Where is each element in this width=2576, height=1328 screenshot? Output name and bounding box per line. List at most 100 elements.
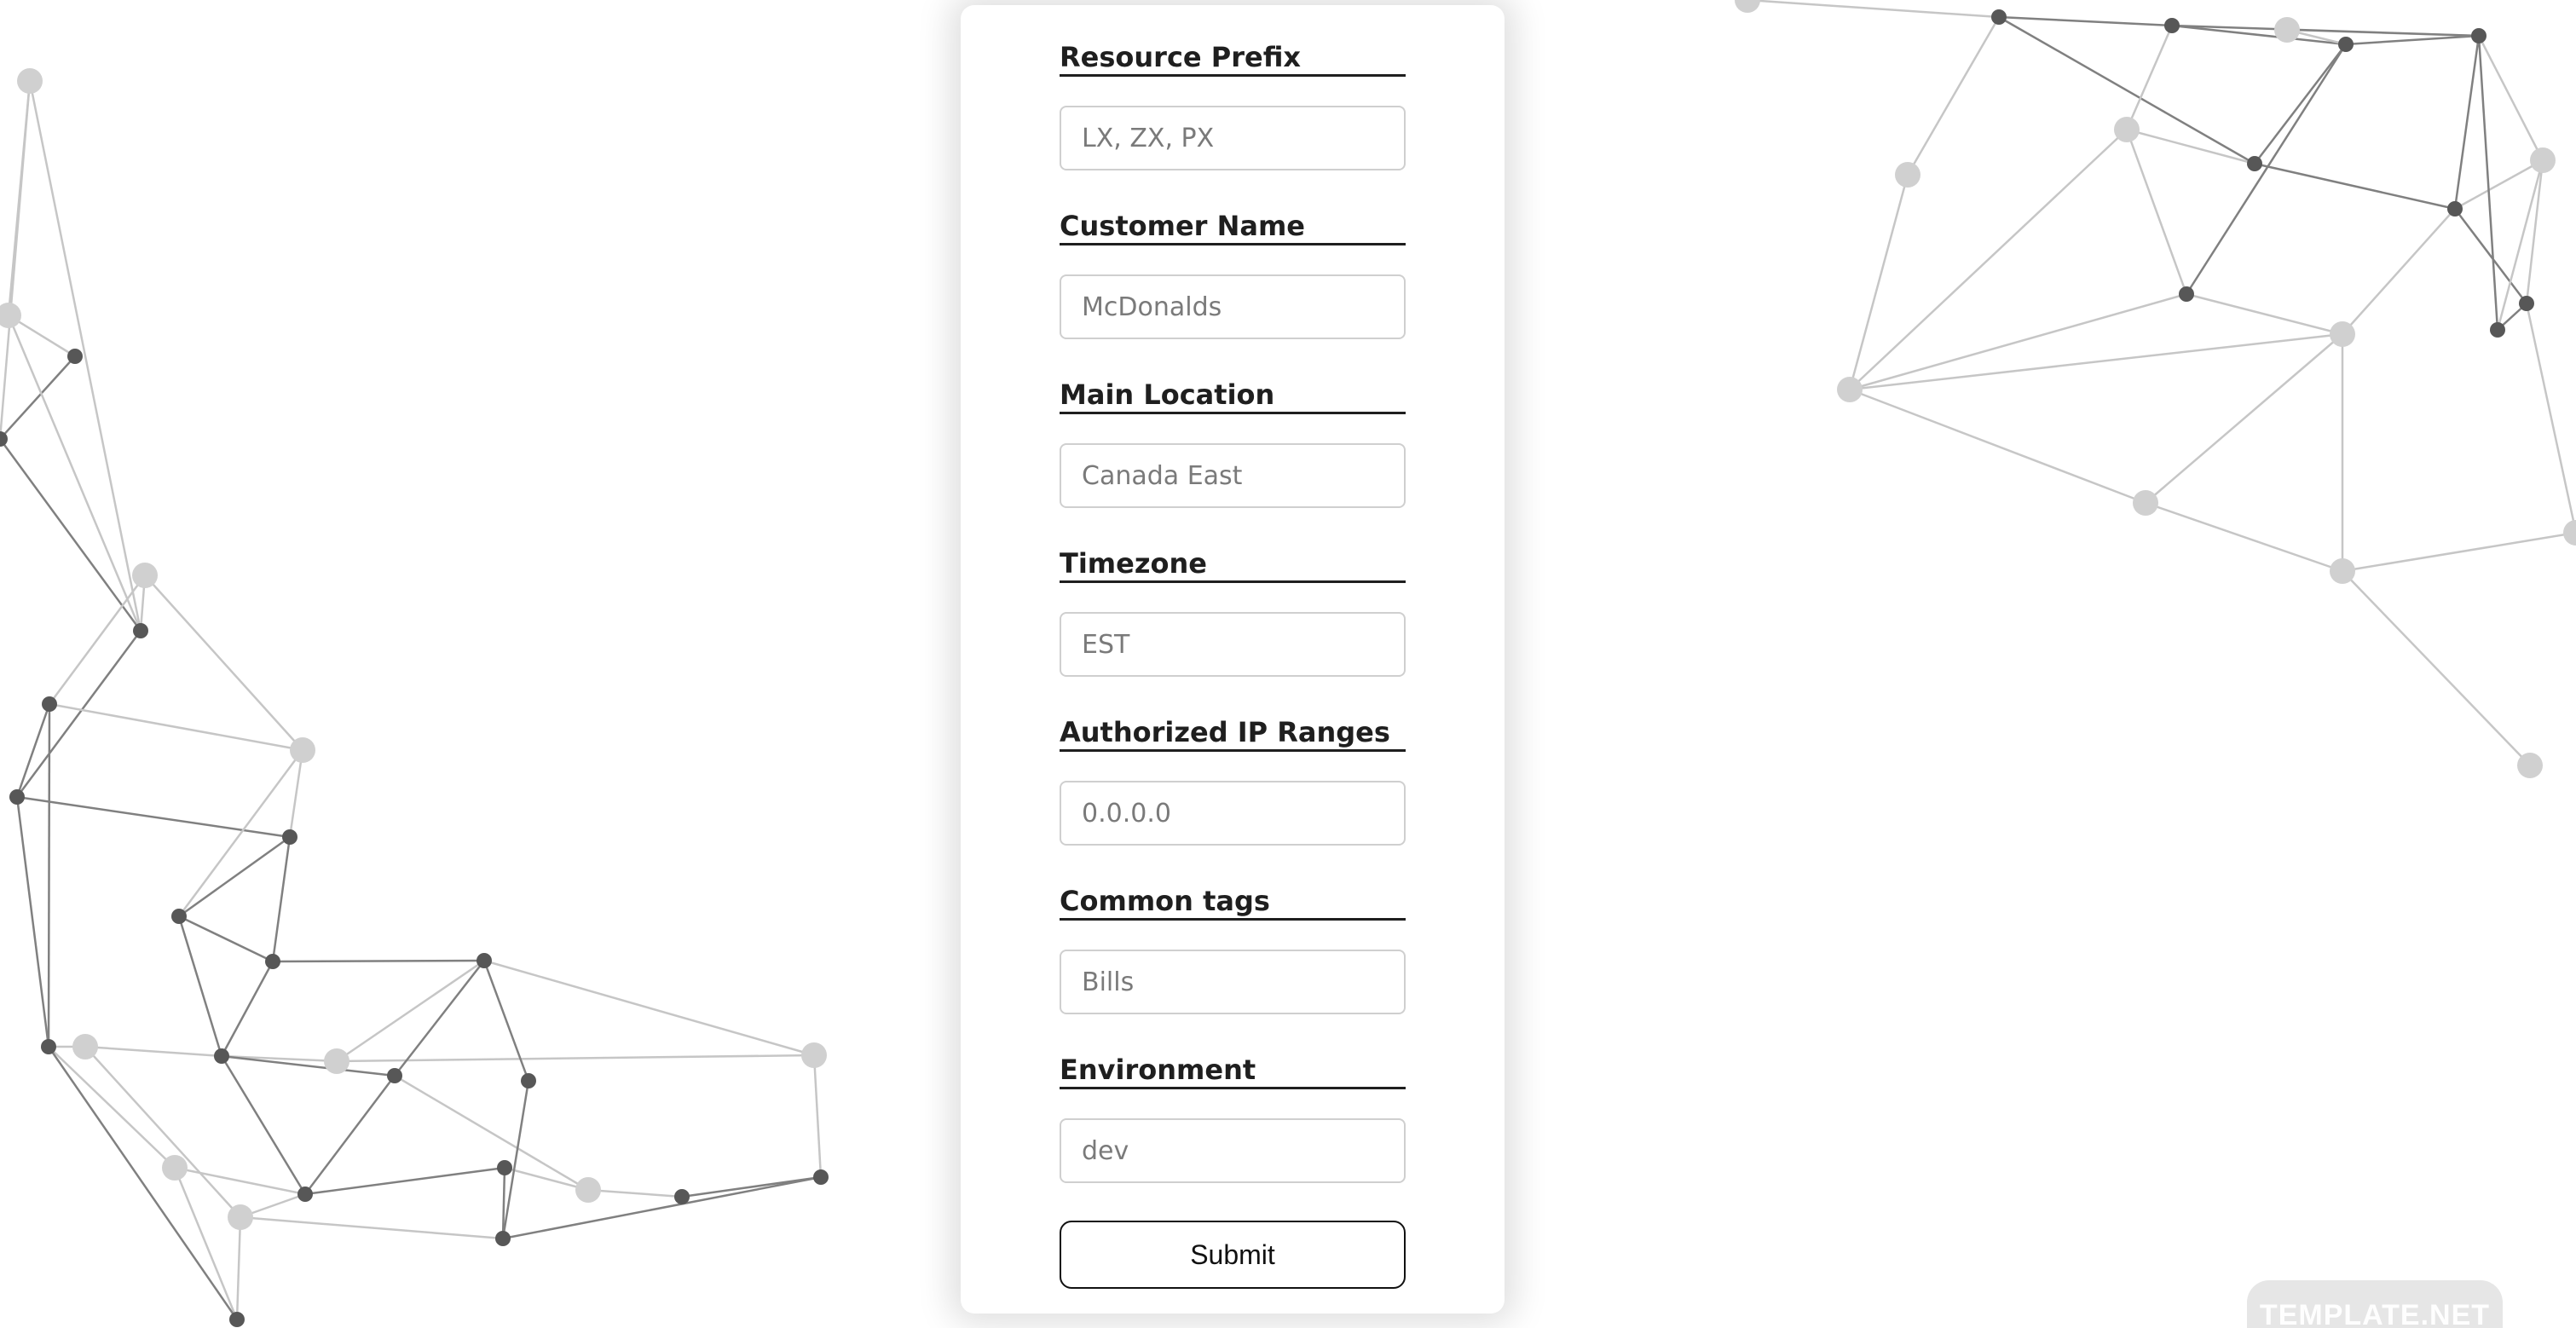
network-node: [2519, 296, 2534, 311]
deployment-form: Resource Prefix Customer Name Main Locat…: [1060, 39, 1406, 1221]
network-node: [2179, 286, 2194, 302]
timezone-input[interactable]: [1060, 612, 1406, 677]
network-edge: [483, 959, 815, 1057]
network-node: [387, 1068, 402, 1083]
network-node: [1735, 0, 1760, 13]
network-edge: [2525, 303, 2576, 534]
network-edge: [178, 915, 274, 963]
network-edge: [15, 796, 50, 1048]
common-tags-label: Common tags: [1060, 883, 1406, 921]
submit-button[interactable]: Submit: [1060, 1221, 1406, 1289]
network-edge: [304, 1166, 505, 1196]
network-edge: [2525, 159, 2544, 304]
network-node: [67, 349, 83, 364]
network-node: [801, 1042, 827, 1068]
network-node: [2447, 201, 2463, 217]
network-node: [228, 1204, 253, 1230]
network-edge: [178, 835, 291, 918]
network-node: [171, 909, 187, 924]
network-node: [497, 1160, 512, 1175]
network-edge: [304, 1075, 396, 1195]
network-edge: [502, 1175, 822, 1240]
resource-prefix-input[interactable]: [1060, 106, 1406, 170]
network-node: [813, 1169, 829, 1185]
authorized-ip-ranges-input[interactable]: [1060, 781, 1406, 846]
network-node: [2133, 490, 2158, 516]
field-authorized-ip-ranges: Authorized IP Ranges: [1060, 714, 1406, 883]
network-edge: [0, 80, 32, 440]
network-node: [9, 789, 25, 805]
network-node: [1991, 9, 2007, 25]
network-node: [495, 1231, 511, 1246]
network-edge: [501, 1080, 530, 1239]
field-main-location: Main Location: [1060, 377, 1406, 546]
network-node: [162, 1155, 188, 1181]
network-node: [2274, 17, 2300, 43]
network-edge: [812, 1054, 823, 1178]
network-edge: [48, 575, 147, 705]
main-location-input[interactable]: [1060, 443, 1406, 508]
common-tags-input[interactable]: [1060, 950, 1406, 1014]
network-node: [575, 1177, 601, 1203]
network-edge: [1998, 15, 2173, 27]
customer-name-label: Customer Name: [1060, 208, 1406, 245]
network-edge: [144, 575, 303, 751]
network-node: [521, 1073, 536, 1088]
field-common-tags: Common tags: [1060, 883, 1406, 1052]
field-environment: Environment: [1060, 1052, 1406, 1221]
network-edge: [2125, 25, 2174, 130]
network-edge: [2477, 35, 2499, 331]
network-edge: [2186, 292, 2343, 336]
network-node: [1895, 162, 1920, 188]
network-edge: [28, 80, 142, 632]
environment-input[interactable]: [1060, 1118, 1406, 1183]
network-node: [229, 1312, 245, 1327]
network-node: [282, 829, 297, 845]
network-node: [2490, 322, 2505, 338]
network-node: [132, 563, 158, 588]
network-node: [2247, 156, 2262, 171]
network-node: [17, 68, 43, 94]
main-location-label: Main Location: [1060, 377, 1406, 414]
resource-prefix-label: Resource Prefix: [1060, 39, 1406, 77]
network-edge: [1849, 332, 2343, 391]
network-node: [2164, 18, 2180, 33]
network-node: [2471, 28, 2486, 43]
network-edge: [2342, 208, 2456, 335]
network-node: [0, 303, 21, 328]
network-node: [2517, 753, 2543, 778]
network-edge: [2145, 333, 2343, 504]
network-edge: [235, 1216, 242, 1320]
network-node: [41, 1039, 56, 1054]
network-node: [2114, 117, 2140, 142]
network-node: [674, 1189, 690, 1204]
network-node: [0, 431, 8, 447]
network-edge: [2345, 34, 2480, 46]
network-edge: [1906, 16, 2001, 176]
network-edge: [1848, 174, 1909, 390]
network-edge: [2126, 128, 2255, 165]
network-edge: [2453, 35, 2481, 210]
network-edge: [2125, 129, 2188, 295]
network-edge: [336, 959, 485, 1063]
network-node: [2530, 147, 2556, 173]
network-edge: [1849, 388, 2146, 505]
network-node: [1837, 377, 1863, 402]
timezone-label: Timezone: [1060, 546, 1406, 583]
network-edge: [84, 1045, 222, 1058]
customer-name-input[interactable]: [1060, 274, 1406, 339]
network-edge: [394, 960, 485, 1077]
network-edge: [174, 1166, 306, 1196]
network-node: [2563, 520, 2576, 546]
network-edge: [240, 1215, 504, 1240]
network-node: [214, 1048, 229, 1064]
network-edge: [2477, 35, 2544, 161]
field-customer-name: Customer Name: [1060, 208, 1406, 377]
network-edge: [2342, 531, 2576, 573]
field-timezone: Timezone: [1060, 546, 1406, 714]
network-node: [2338, 37, 2354, 52]
watermark-logo: TEMPLATE.NET: [2247, 1280, 2503, 1328]
network-node: [290, 737, 315, 763]
network-edge: [2254, 43, 2347, 165]
network-edge: [504, 1166, 589, 1192]
